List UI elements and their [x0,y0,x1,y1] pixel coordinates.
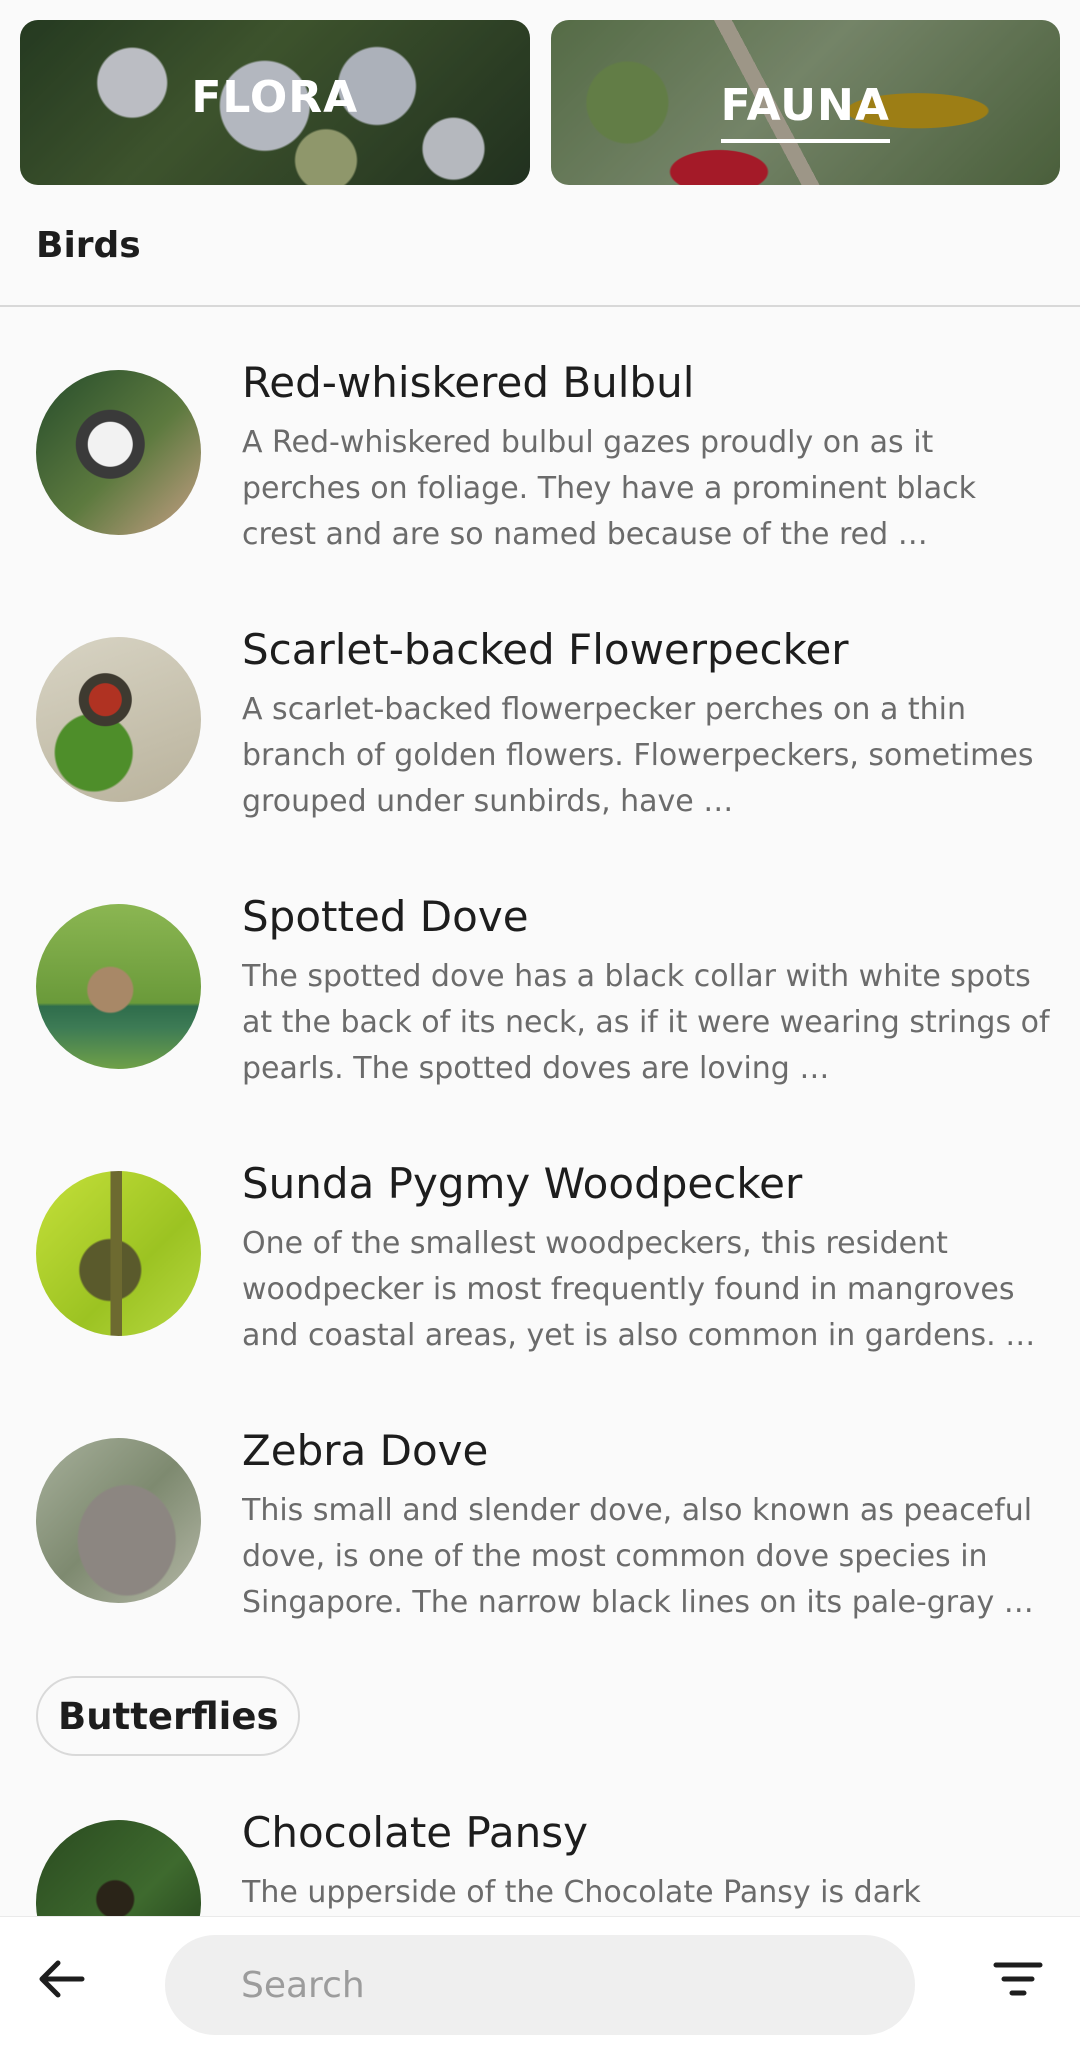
back-button[interactable] [30,1947,94,2011]
tab-flora-label: FLORA [191,72,359,123]
item-title: Scarlet-backed Flowerpecker [242,625,849,674]
list-item[interactable]: Spotted Dove The spotted dove has a blac… [0,874,1080,1141]
category-chip-butterflies[interactable]: Butterflies [36,1676,301,1756]
item-title: Chocolate Pansy [242,1808,589,1857]
arrow-left-icon [39,1960,85,1998]
list-item[interactable]: Sunda Pygmy Woodpecker One of the smalle… [0,1141,1080,1408]
item-description: A scarlet-backed flowerpecker perches on… [242,692,1034,819]
list-item[interactable]: Red-whiskered Bulbul A Red-whiskered bul… [0,340,1080,607]
filter-button[interactable] [986,1947,1050,2011]
bird-thumbnail [36,370,201,535]
divider [0,305,1080,307]
page: FLORA FAUNA Birds Red-whiskered Bulbul A… [0,0,1080,2048]
bottom-bar [0,1916,1080,2048]
item-description: A Red-whiskered bulbul gazes proudly on … [242,425,976,552]
bird-thumbnail [36,1171,201,1336]
item-description: The upperside of the Chocolate Pansy is … [242,1875,921,1910]
category-tabs: FLORA FAUNA [20,20,1060,185]
item-description: One of the smallest woodpeckers, this re… [242,1226,1036,1353]
tab-fauna[interactable]: FAUNA [550,20,1060,185]
item-title: Red-whiskered Bulbul [242,358,695,407]
item-title: Spotted Dove [242,892,529,941]
search-input[interactable] [165,1935,915,2035]
list-item[interactable]: Zebra Dove This small and slender dove, … [0,1408,1080,1675]
filter-icon [993,1962,1043,1996]
section-title: Birds [36,225,141,266]
item-title: Zebra Dove [242,1426,489,1475]
bird-thumbnail [36,1438,201,1603]
bird-thumbnail [36,637,201,802]
tab-fauna-label: FAUNA [720,80,890,143]
item-title: Sunda Pygmy Woodpecker [242,1159,803,1208]
bird-list: Red-whiskered Bulbul A Red-whiskered bul… [0,340,1080,1675]
item-description: This small and slender dove, also known … [242,1493,1034,1620]
item-description: The spotted dove has a black collar with… [242,959,1050,1086]
tab-flora[interactable]: FLORA [20,20,530,185]
list-item[interactable]: Scarlet-backed Flowerpecker A scarlet-ba… [0,607,1080,874]
bird-thumbnail [36,904,201,1069]
